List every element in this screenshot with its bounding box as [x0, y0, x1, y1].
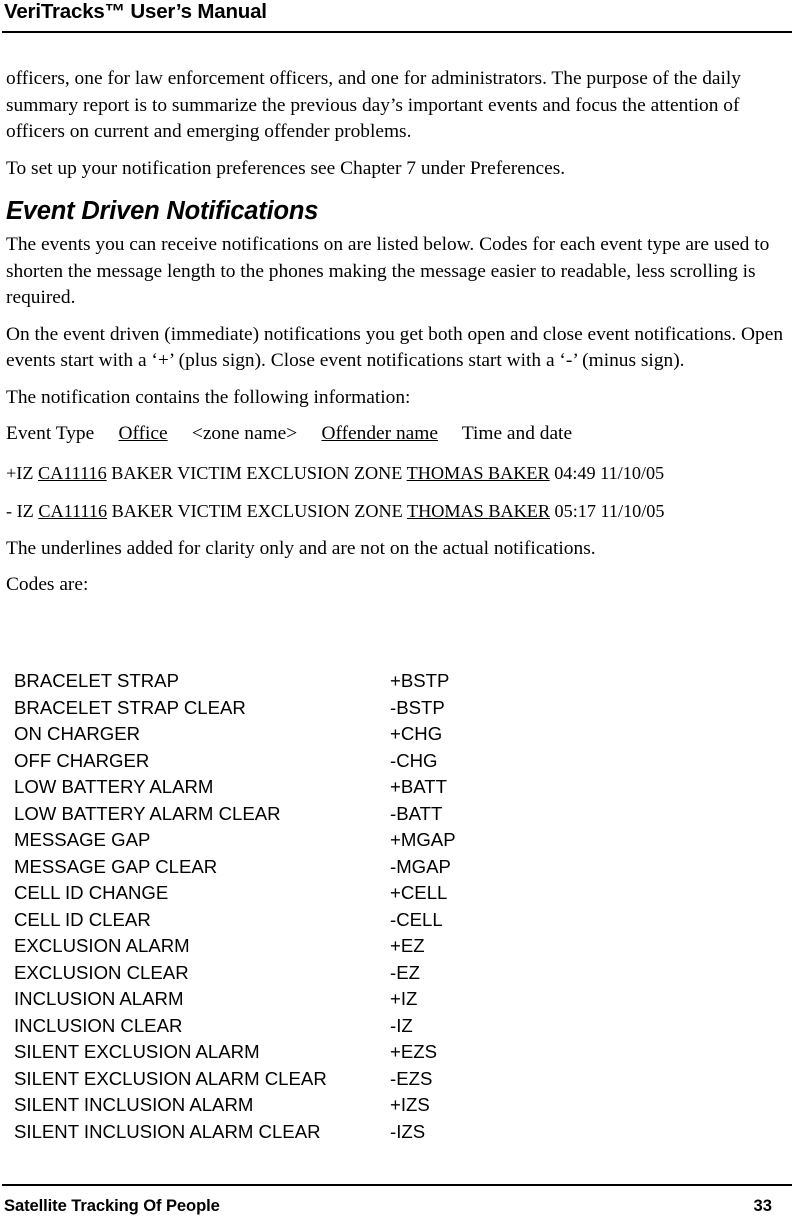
table-row: LOW BATTERY ALARM +BATT [14, 774, 574, 801]
footer-company-name: Satellite Tracking Of People [4, 1196, 220, 1215]
format-field-event-type: Event Type [6, 423, 95, 444]
event-name: BRACELET STRAP CLEAR [14, 696, 246, 718]
event-name: LOW BATTERY ALARM [14, 776, 214, 797]
footer-divider [2, 1184, 792, 1186]
table-row: MESSAGE GAP CLEAR -MGAP [14, 854, 574, 881]
example-offender-name: THOMAS BAKER [406, 462, 550, 483]
event-code: -CELL [390, 908, 443, 930]
event-name: LOW BATTERY ALARM CLEAR [14, 802, 281, 824]
example-prefix: - IZ [6, 500, 39, 521]
event-name: EXCLUSION ALARM [14, 935, 190, 956]
event-name: ON CHARGER [14, 723, 141, 744]
table-row: SILENT EXCLUSION ALARM CLEAR -EZS [14, 1066, 574, 1093]
paragraph-continuation: officers, one for law enforcement office… [6, 68, 741, 142]
event-codes-table: BRACELET STRAP +BSTP BRACELET STRAP CLEA… [14, 668, 574, 1145]
event-code: -BATT [390, 802, 443, 824]
event-name: SILENT INCLUSION ALARM CLEAR [14, 1120, 321, 1142]
event-name: SILENT INCLUSION ALARM [14, 1094, 254, 1115]
event-code: +CHG [390, 723, 443, 744]
event-codes-table-body: BRACELET STRAP +BSTP BRACELET STRAP CLEA… [14, 668, 574, 1145]
event-code: +IZS [390, 1094, 430, 1115]
event-code: +IZ [390, 988, 418, 1009]
format-spacer-4 [438, 423, 462, 444]
example-office-code: CA11116 [38, 500, 108, 521]
event-code: +BSTP [390, 670, 450, 691]
example-notification-close: - IZ CA11116 BAKER VICTIM EXCLUSION ZONE… [6, 498, 786, 524]
format-field-office: Office [118, 423, 168, 444]
table-row: MESSAGE GAP +MGAP [14, 827, 574, 854]
event-name: SILENT EXCLUSION ALARM CLEAR [14, 1067, 327, 1089]
page-content: officers, one for law enforcement office… [6, 66, 786, 609]
document-page: VeriTracks™ User’s Manual officers, one … [0, 0, 794, 1220]
example-zone-text: BAKER VICTIM EXCLUSION ZONE [106, 462, 407, 483]
paragraph-open-close-events: On the event driven (immediate) notifica… [6, 323, 784, 372]
paragraph-notification-contains: The notification contains the following … [6, 386, 411, 408]
table-row: ON CHARGER +CHG [14, 721, 574, 748]
event-name: BRACELET STRAP [14, 670, 179, 691]
event-code: +MGAP [390, 829, 456, 850]
event-code: +CELL [390, 882, 448, 903]
event-name: SILENT EXCLUSION ALARM [14, 1041, 260, 1062]
example-offender-name: THOMAS BAKER [406, 500, 550, 521]
event-code: +EZS [390, 1041, 438, 1062]
footer-page-number: 33 [753, 1196, 772, 1215]
example-zone-text: BAKER VICTIM EXCLUSION ZONE [107, 500, 407, 521]
event-name: CELL ID CLEAR [14, 908, 151, 930]
event-code: -MGAP [390, 855, 451, 877]
event-name: INCLUSION ALARM [14, 988, 184, 1009]
example-notification-open: +IZ CA11116 BAKER VICTIM EXCLUSION ZONE … [6, 460, 786, 486]
event-name: MESSAGE GAP CLEAR [14, 855, 218, 877]
format-spacer-1 [94, 423, 118, 444]
example-timestamp: 04:49 11/10/05 [549, 462, 665, 483]
paragraph-underline-note: The underlines added for clarity only an… [6, 537, 596, 559]
paragraph-events-list-intro: The events you can receive notifications… [6, 234, 770, 308]
format-field-offender-name: Offender name [321, 423, 438, 444]
event-code: -BSTP [390, 696, 445, 718]
format-field-time-and-date: Time and date [461, 423, 573, 444]
header-divider [2, 31, 792, 33]
event-name: CELL ID CHANGE [14, 882, 169, 903]
paragraph-codes-are: Codes are: [6, 574, 89, 595]
table-row: INCLUSION CLEAR -IZ [14, 1013, 574, 1040]
event-code: +BATT [390, 776, 447, 797]
event-name: OFF CHARGER [14, 749, 150, 771]
table-row: OFF CHARGER -CHG [14, 748, 574, 775]
table-row: EXCLUSION CLEAR -EZ [14, 960, 574, 987]
table-row: CELL ID CHANGE +CELL [14, 880, 574, 907]
event-code: +EZ [390, 935, 425, 956]
table-row: SILENT EXCLUSION ALARM +EZS [14, 1039, 574, 1066]
table-row: SILENT INCLUSION ALARM +IZS [14, 1092, 574, 1119]
event-name: EXCLUSION CLEAR [14, 961, 189, 983]
example-timestamp: 05:17 11/10/05 [549, 500, 665, 521]
format-spacer-3 [297, 423, 321, 444]
notification-format-line: Event Type Office <zone name> Offender n… [6, 421, 786, 448]
example-prefix: +IZ [6, 462, 38, 483]
event-code: -EZS [390, 1067, 433, 1089]
table-row: INCLUSION ALARM +IZ [14, 986, 574, 1013]
event-code: -CHG [390, 749, 438, 771]
table-row: EXCLUSION ALARM +EZ [14, 933, 574, 960]
table-row: BRACELET STRAP +BSTP [14, 668, 574, 695]
format-field-zone-name: <zone name> [191, 423, 298, 444]
table-row: CELL ID CLEAR -CELL [14, 907, 574, 934]
page-footer: Satellite Tracking Of People 33 [0, 1184, 794, 1220]
event-name: INCLUSION CLEAR [14, 1014, 183, 1036]
event-code: -IZS [390, 1120, 426, 1142]
paragraph-preferences: To set up your notification preferences … [6, 157, 566, 179]
section-heading-event-driven-notifications: Event Driven Notifications [6, 197, 319, 225]
table-row: SILENT INCLUSION ALARM CLEAR -IZS [14, 1119, 574, 1146]
event-code: -EZ [390, 961, 420, 983]
page-header: VeriTracks™ User’s Manual [0, 0, 794, 33]
event-code: -IZ [390, 1014, 413, 1036]
example-office-code: CA11116 [37, 462, 107, 483]
table-row: LOW BATTERY ALARM CLEAR -BATT [14, 801, 574, 828]
table-row: BRACELET STRAP CLEAR -BSTP [14, 695, 574, 722]
format-spacer-2 [168, 423, 192, 444]
event-name: MESSAGE GAP [14, 829, 151, 850]
header-title: VeriTracks™ User’s Manual [4, 0, 267, 23]
